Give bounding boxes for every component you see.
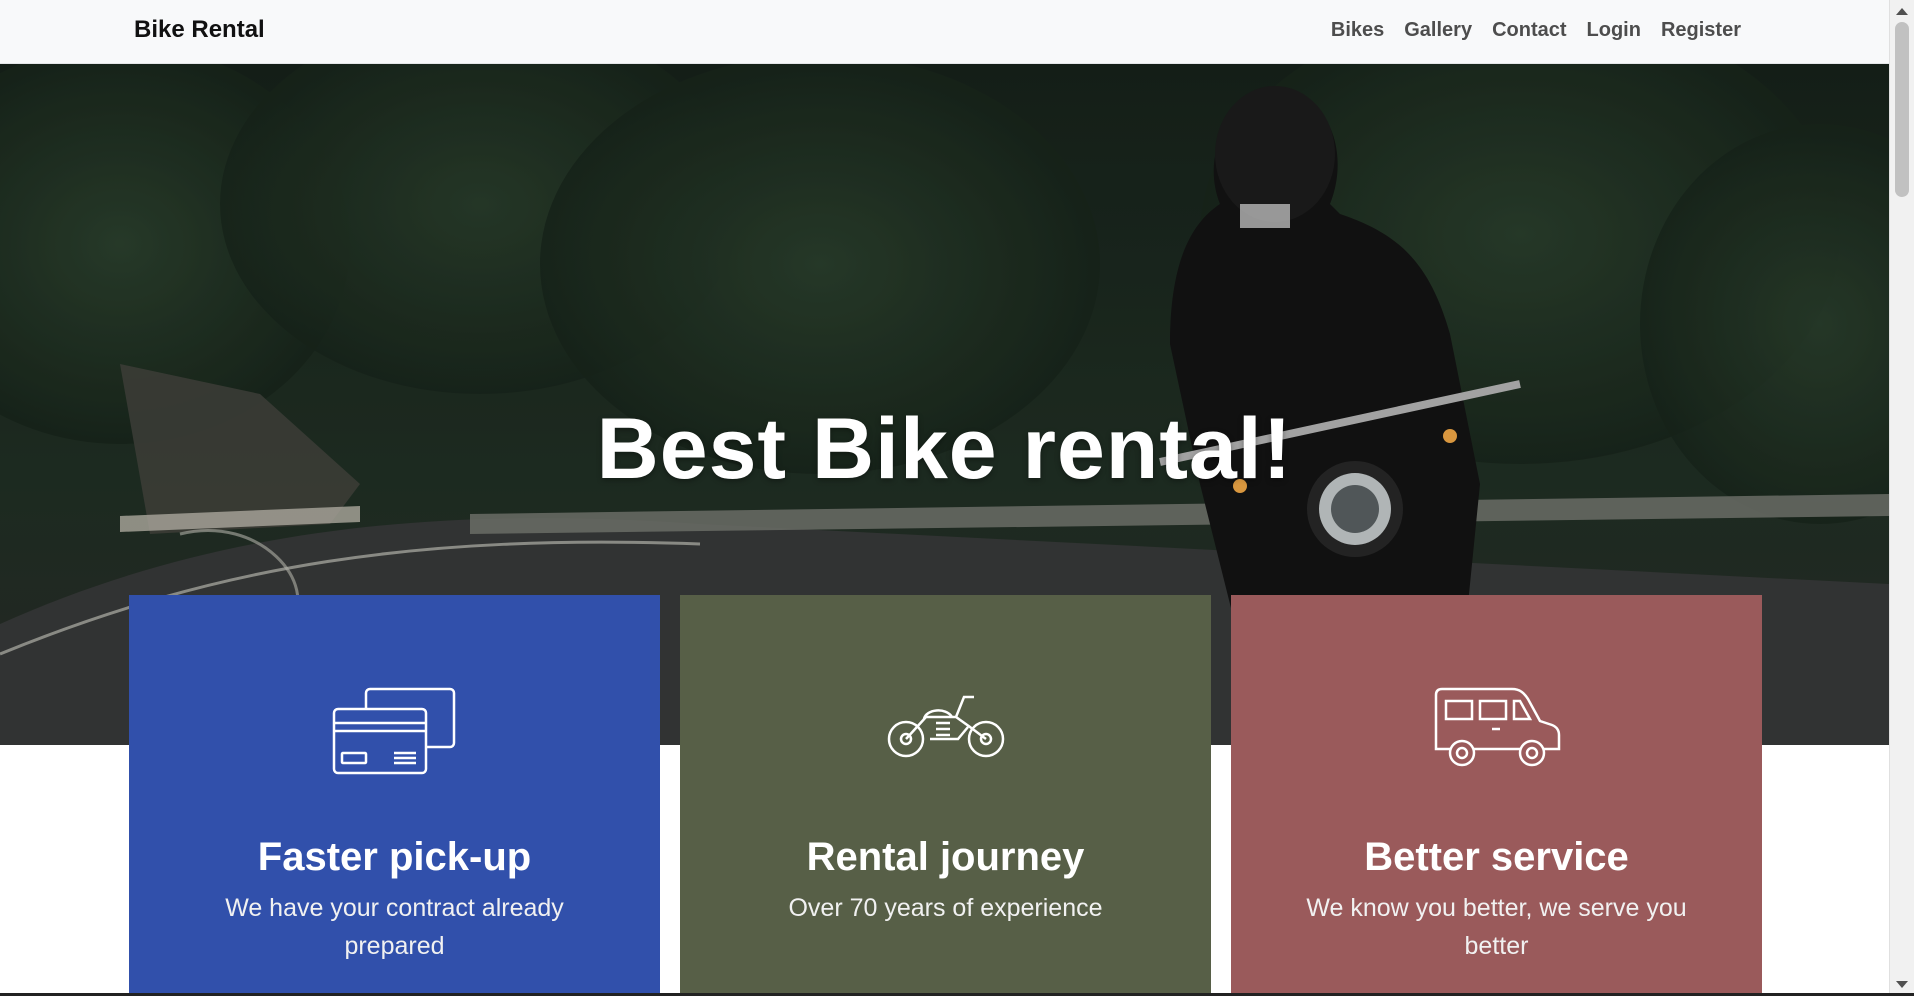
nav-links: Bikes Gallery Contact Login Register xyxy=(1331,14,1741,46)
nav-link-login[interactable]: Login xyxy=(1587,14,1641,46)
feature-card-rental-journey: Rental journey Over 70 years of experien… xyxy=(680,595,1211,996)
motorcycle-icon xyxy=(680,687,1211,787)
feature-cards: Faster pick-up We have your contract alr… xyxy=(129,595,1762,996)
credit-card-icon xyxy=(129,687,660,787)
feature-card-better-service: Better service We know you better, we se… xyxy=(1231,595,1762,996)
nav-link-contact[interactable]: Contact xyxy=(1492,14,1566,46)
vertical-scrollbar[interactable] xyxy=(1889,0,1914,996)
card-text: We have your contract already prepared xyxy=(225,894,564,960)
card-text: We know you better, we serve you better xyxy=(1306,894,1687,960)
nav-link-bikes[interactable]: Bikes xyxy=(1331,14,1384,46)
card-title: Faster pick-up xyxy=(257,835,532,879)
nav-link-gallery[interactable]: Gallery xyxy=(1404,14,1472,46)
scroll-down-arrow-icon[interactable] xyxy=(1896,981,1908,988)
navbar: Bike Rental Bikes Gallery Contact Login … xyxy=(0,0,1889,64)
hero-title: Best Bike rental! xyxy=(596,400,1293,497)
page: Bike Rental Bikes Gallery Contact Login … xyxy=(0,0,1889,996)
brand-logo[interactable]: Bike Rental xyxy=(134,14,265,46)
card-title: Rental journey xyxy=(806,835,1085,879)
card-text: Over 70 years of experience xyxy=(788,894,1103,922)
scrollbar-thumb[interactable] xyxy=(1895,22,1909,197)
car-icon xyxy=(1231,687,1762,787)
card-title: Better service xyxy=(1364,835,1629,879)
scroll-up-arrow-icon[interactable] xyxy=(1896,8,1908,15)
feature-card-faster-pickup: Faster pick-up We have your contract alr… xyxy=(129,595,660,996)
nav-link-register[interactable]: Register xyxy=(1661,14,1741,46)
